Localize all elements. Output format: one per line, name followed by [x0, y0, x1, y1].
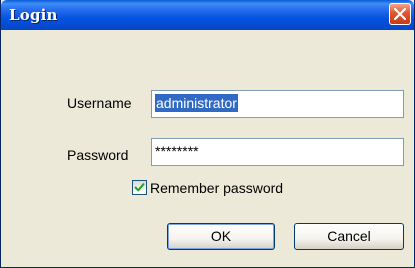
- username-label: Username: [67, 95, 132, 111]
- password-value: ********: [155, 143, 199, 159]
- login-dialog: Login Username administrator Password **…: [0, 0, 415, 268]
- cancel-button[interactable]: Cancel: [294, 223, 404, 250]
- username-field[interactable]: administrator: [151, 90, 404, 118]
- checkmark-icon: [134, 183, 145, 192]
- title-bar[interactable]: Login: [1, 0, 414, 30]
- remember-password-checkbox[interactable]: [132, 180, 147, 195]
- username-value: administrator: [155, 94, 238, 112]
- window-title: Login: [9, 6, 58, 24]
- remember-password-label[interactable]: Remember password: [150, 180, 283, 196]
- ok-button[interactable]: OK: [167, 223, 275, 250]
- close-button[interactable]: [389, 3, 411, 25]
- password-label: Password: [67, 147, 129, 163]
- close-icon: [394, 8, 406, 20]
- password-field[interactable]: ********: [151, 138, 404, 166]
